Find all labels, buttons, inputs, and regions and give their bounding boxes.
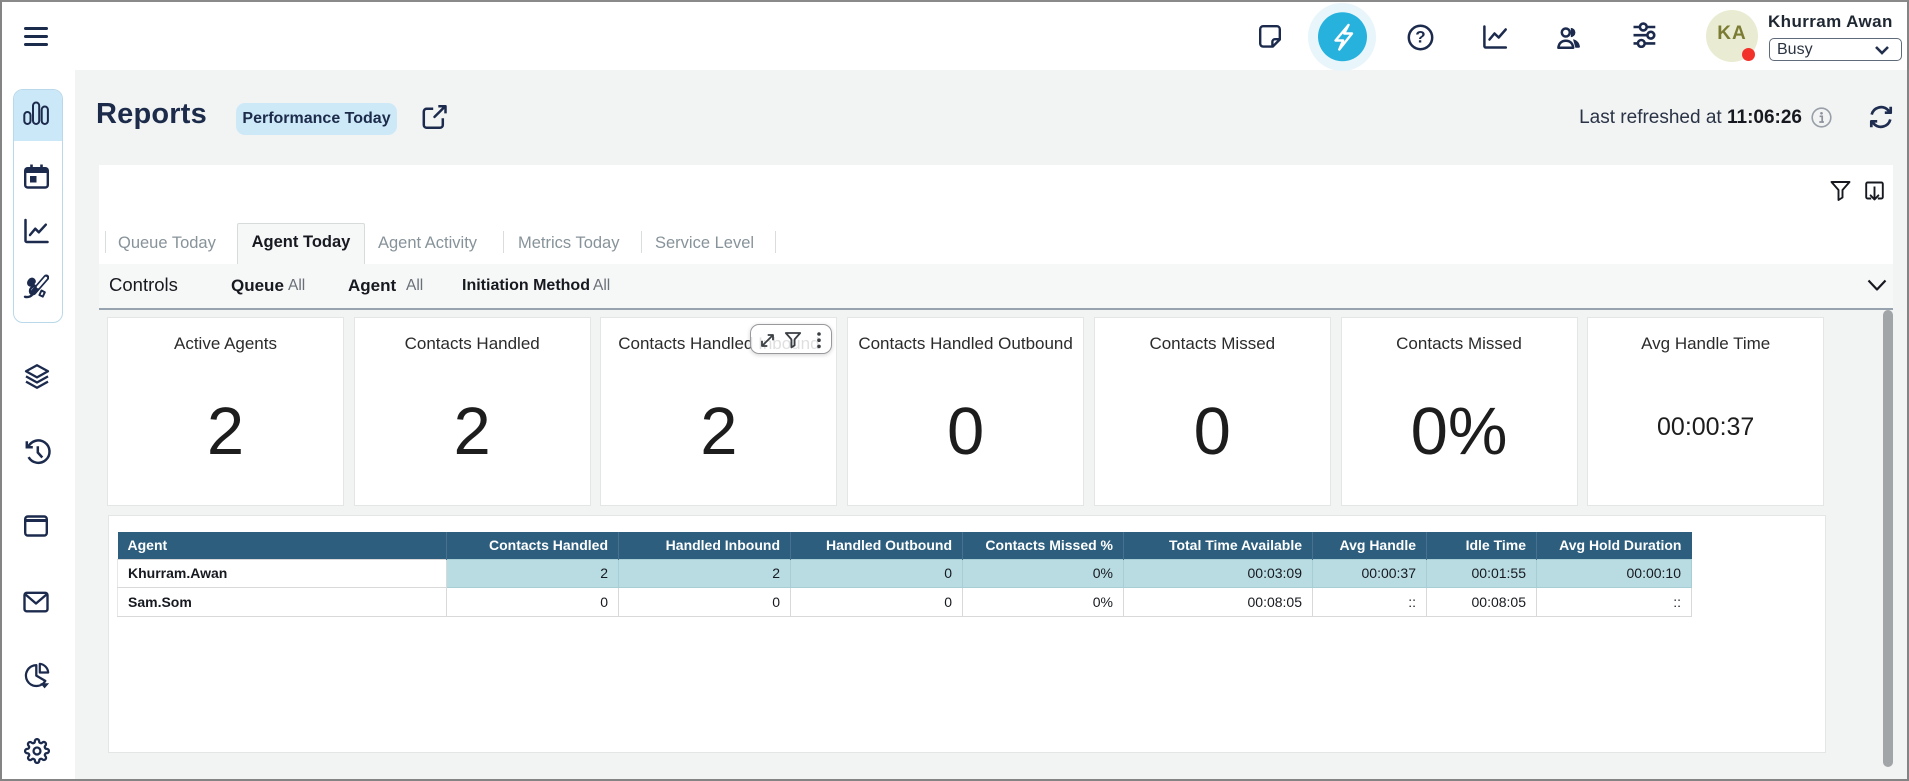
svg-text:?: ? xyxy=(1415,28,1425,47)
